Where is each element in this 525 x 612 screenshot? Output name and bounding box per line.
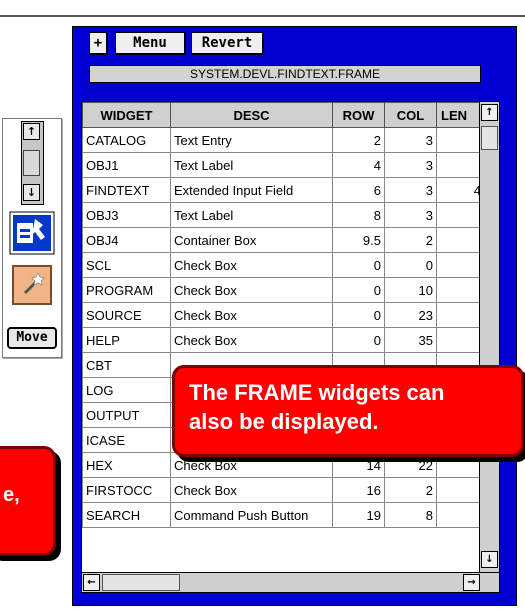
cell-row[interactable]: 2: [332, 127, 385, 153]
cell-widget[interactable]: FIRSTOCC: [82, 477, 171, 503]
scroll-right-arrow[interactable]: →: [463, 574, 480, 591]
scroll-up-button[interactable]: ↑: [23, 123, 40, 140]
cell-col[interactable]: 35: [384, 327, 437, 353]
cell-row[interactable]: 4: [332, 152, 385, 178]
cell-col[interactable]: 0: [384, 252, 437, 278]
partial-callout: e,: [0, 446, 56, 556]
callout-text: The FRAME widgets can also be displayed.: [189, 380, 445, 434]
cell-desc[interactable]: Text Label: [170, 202, 333, 228]
frame-window: + Menu Revert SYSTEM.DEVL.FINDTEXT.FRAME…: [72, 26, 517, 606]
widget-grid: WIDGET DESC ROW COL LEN CATALOG Text Entr…: [81, 101, 500, 593]
table-row[interactable]: OBJ4Container Box9.5253: [82, 227, 499, 253]
cell-widget[interactable]: SOURCE: [82, 302, 171, 328]
partial-callout-text: e,: [3, 484, 20, 506]
scroll-down-arrow[interactable]: ↓: [481, 551, 498, 568]
cell-col[interactable]: 3: [384, 127, 437, 153]
tool-palette: ↑ ↓ Move: [2, 118, 62, 358]
cell-widget[interactable]: CBT: [82, 352, 171, 378]
scroll-left-arrow[interactable]: ←: [83, 574, 100, 591]
cell-widget[interactable]: LOG: [82, 377, 171, 403]
horizontal-scrollbar[interactable]: ← →: [82, 572, 499, 592]
table-row[interactable]: OBJ3Text Label8347: [82, 202, 499, 228]
magic-wand-icon[interactable]: [12, 265, 52, 305]
cell-desc[interactable]: Text Entry: [170, 127, 333, 153]
cell-desc[interactable]: Container Box: [170, 227, 333, 253]
cell-col[interactable]: 2: [384, 227, 437, 253]
cell-widget[interactable]: OBJ1: [82, 152, 171, 178]
frame-title: SYSTEM.DEVL.FINDTEXT.FRAME: [89, 65, 481, 83]
cell-desc[interactable]: Command Push Button: [170, 502, 333, 528]
cell-desc[interactable]: Check Box: [170, 302, 333, 328]
cell-row[interactable]: 9.5: [332, 227, 385, 253]
cell-col[interactable]: 3: [384, 152, 437, 178]
cell-row[interactable]: 0: [332, 252, 385, 278]
widget-table: WIDGET DESC ROW COL LEN CATALOG Text Entr…: [82, 102, 499, 528]
column-header-desc[interactable]: DESC: [170, 102, 333, 128]
table-row[interactable]: PROGRAMCheck Box01013: [82, 277, 499, 303]
table-row[interactable]: HELPCheck Box03510: [82, 327, 499, 353]
cell-widget[interactable]: FINDTEXT: [82, 177, 171, 203]
cell-desc[interactable]: Check Box: [170, 477, 333, 503]
table-row[interactable]: FINDTEXTExtended Input Field6346.5: [82, 177, 499, 203]
table-row[interactable]: SCLCheck Box0010: [82, 252, 499, 278]
menu-button[interactable]: Menu: [115, 32, 185, 54]
horizontal-scroll-thumb[interactable]: [102, 574, 180, 591]
top-divider: [0, 15, 525, 17]
vertical-scroll-thumb[interactable]: [481, 126, 498, 150]
scroll-up-arrow[interactable]: ↑: [481, 104, 498, 121]
table-row[interactable]: CATALOGText Entry2319: [82, 127, 499, 153]
column-header-row[interactable]: ROW: [332, 102, 385, 128]
vertical-scrollbar[interactable]: ↑ ↓: [479, 102, 499, 572]
cell-row[interactable]: 6: [332, 177, 385, 203]
column-header-col[interactable]: COL: [384, 102, 437, 128]
cell-col[interactable]: 8: [384, 502, 437, 528]
cell-desc[interactable]: Check Box: [170, 277, 333, 303]
cell-row[interactable]: 8: [332, 202, 385, 228]
table-header-row: WIDGET DESC ROW COL LEN: [82, 102, 499, 128]
cell-widget[interactable]: HELP: [82, 327, 171, 353]
cell-col[interactable]: 10: [384, 277, 437, 303]
revert-button[interactable]: Revert: [191, 32, 263, 54]
cell-widget[interactable]: SEARCH: [82, 502, 171, 528]
cell-row[interactable]: 0: [332, 327, 385, 353]
cell-widget[interactable]: OUTPUT: [82, 402, 171, 428]
cell-widget[interactable]: OBJ3: [82, 202, 171, 228]
palette-scrollbar[interactable]: ↑ ↓: [21, 121, 44, 205]
widget-tool-icon[interactable]: [9, 211, 55, 255]
cell-widget[interactable]: ICASE: [82, 427, 171, 453]
cell-widget[interactable]: SCL: [82, 252, 171, 278]
cell-desc[interactable]: Text Label: [170, 152, 333, 178]
plus-button[interactable]: +: [89, 32, 107, 54]
table-row[interactable]: OBJ1Text Label4333: [82, 152, 499, 178]
cell-widget[interactable]: HEX: [82, 452, 171, 478]
cell-row[interactable]: 19: [332, 502, 385, 528]
cell-desc[interactable]: Extended Input Field: [170, 177, 333, 203]
cell-desc[interactable]: Check Box: [170, 252, 333, 278]
cell-col[interactable]: 23: [384, 302, 437, 328]
cell-col[interactable]: 2: [384, 477, 437, 503]
cell-col[interactable]: 3: [384, 177, 437, 203]
scroll-down-button[interactable]: ↓: [23, 184, 40, 201]
scroll-thumb[interactable]: [23, 150, 40, 176]
cell-widget[interactable]: OBJ4: [82, 227, 171, 253]
cell-col[interactable]: 3: [384, 202, 437, 228]
table-row[interactable]: SEARCHCommand Push Button19816: [82, 502, 499, 528]
table-row[interactable]: FIRSTOCCCheck Box16232: [82, 477, 499, 503]
move-button[interactable]: Move: [7, 327, 57, 349]
info-callout: The FRAME widgets can also be displayed.: [172, 365, 524, 457]
cell-row[interactable]: 0: [332, 277, 385, 303]
cell-row[interactable]: 16: [332, 477, 385, 503]
column-header-widget[interactable]: WIDGET: [82, 102, 171, 128]
cell-widget[interactable]: CATALOG: [82, 127, 171, 153]
table-row[interactable]: SOURCECheck Box02312: [82, 302, 499, 328]
cell-desc[interactable]: Check Box: [170, 327, 333, 353]
cell-row[interactable]: 0: [332, 302, 385, 328]
cell-widget[interactable]: PROGRAM: [82, 277, 171, 303]
